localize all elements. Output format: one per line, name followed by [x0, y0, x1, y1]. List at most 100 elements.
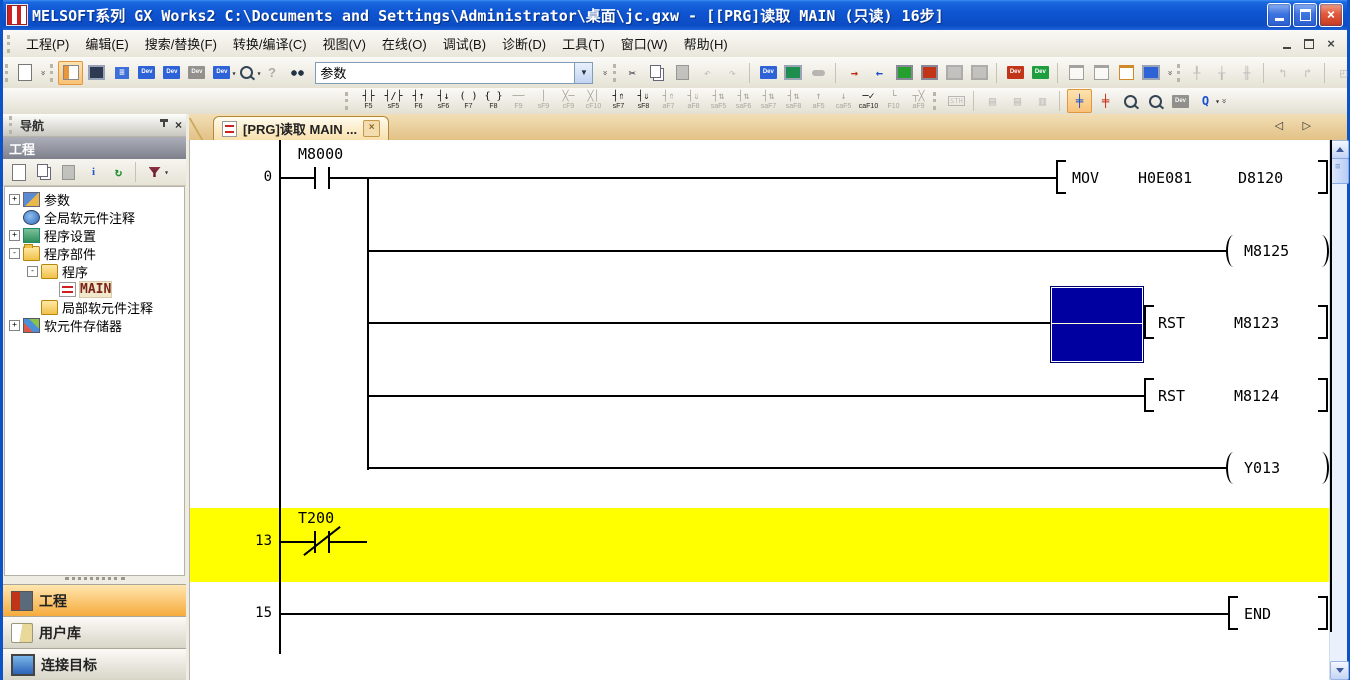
refresh-icon[interactable]: ↻: [107, 161, 130, 183]
pulse-open-branch-icon[interactable]: ┤⇑aF7: [656, 91, 681, 111]
vertical-line-icon[interactable]: │sF9: [531, 91, 556, 111]
tree-item[interactable]: 全局软元件注释: [5, 208, 184, 226]
help-icon[interactable]: ?: [260, 62, 283, 84]
monitor-resume-icon[interactable]: [968, 62, 991, 84]
panel-splitter-grip[interactable]: [3, 576, 186, 584]
close-button[interactable]: ×: [1319, 3, 1343, 27]
copy-icon[interactable]: [646, 62, 669, 84]
zoom-icon[interactable]: Q: [1194, 90, 1217, 112]
close-panel-icon[interactable]: ×: [175, 118, 182, 132]
statement-edit-icon[interactable]: ▤: [981, 90, 1004, 112]
application-instruction-icon[interactable]: { }F8: [481, 91, 506, 111]
tree-expand-icon[interactable]: +: [9, 230, 20, 241]
delete-hline-icon[interactable]: ╳─cF9: [556, 91, 581, 111]
open-contact-icon[interactable]: ┤├F5: [356, 91, 381, 111]
screen-color-icon[interactable]: [1140, 62, 1163, 84]
restore-button[interactable]: [1293, 3, 1317, 27]
undo-icon[interactable]: ↶: [696, 62, 719, 84]
pulse-ne-branch-icon[interactable]: ┤⇅saF7: [756, 91, 781, 111]
pulse-convert-icon[interactable]: ╫: [1235, 62, 1258, 84]
monitor-stop-icon[interactable]: [918, 62, 941, 84]
tree-expand-icon[interactable]: -: [27, 266, 38, 277]
tree-expand-icon[interactable]: +: [9, 194, 20, 205]
toolbar-overflow-icon[interactable]: »: [38, 70, 48, 75]
menu-edit[interactable]: 编辑(E): [77, 31, 136, 56]
cross-reference-icon[interactable]: [782, 62, 805, 84]
window-tile-icon[interactable]: [1090, 62, 1113, 84]
nav-button-connection[interactable]: 连接目标: [3, 648, 186, 680]
monitor-start-icon[interactable]: [893, 62, 916, 84]
minimize-button[interactable]: [1267, 3, 1291, 27]
tree-item[interactable]: MAIN: [5, 280, 184, 298]
tree-item[interactable]: + 软元件存储器: [5, 316, 184, 334]
ladder-display-mode-icon[interactable]: ╪: [1067, 89, 1092, 113]
toolbar-overflow-icon[interactable]: »: [600, 70, 610, 75]
mdi-restore-button[interactable]: [1301, 37, 1317, 51]
redo-icon[interactable]: ↷: [721, 62, 744, 84]
pulse-result-icon[interactable]: ─✓caF10: [856, 91, 881, 111]
pulse-close-branch-icon[interactable]: ┤⇓aF8: [681, 91, 706, 111]
pulse-open-contact-icon[interactable]: ┤⇑sF7: [606, 91, 631, 111]
device-reference-icon[interactable]: [807, 62, 830, 84]
delete-vline-icon[interactable]: ╳│cF10: [581, 91, 606, 111]
pulse-ne-close-icon[interactable]: ┤⇅saF6: [731, 91, 756, 111]
ladder-block-down-icon[interactable]: ╁: [1210, 62, 1233, 84]
menu-project[interactable]: 工程(P): [18, 31, 77, 56]
combobox-dropdown-icon[interactable]: ▼: [575, 62, 593, 84]
window-cascade-icon[interactable]: [1065, 62, 1088, 84]
paste-item-icon[interactable]: [57, 161, 80, 183]
track-left-icon[interactable]: ◰: [1332, 62, 1350, 84]
nav-button-user-library[interactable]: 用户库: [3, 616, 186, 648]
menu-debug[interactable]: 调试(B): [435, 31, 494, 56]
tab-prg-main[interactable]: [PRG]读取 MAIN ... ×: [213, 116, 389, 140]
pin-icon[interactable]: [157, 118, 171, 132]
line-draw-icon[interactable]: └F10: [881, 91, 906, 111]
pulse-ne-close-branch-icon[interactable]: ┤⇅saF8: [781, 91, 806, 111]
filter-icon[interactable]: [143, 161, 166, 183]
menu-online[interactable]: 在线(O): [374, 31, 435, 56]
close-branch-icon[interactable]: ┤↓sF6: [431, 91, 456, 111]
device-batch-monitor-icon[interactable]: Dev: [1029, 62, 1052, 84]
menu-tools[interactable]: 工具(T): [554, 31, 613, 56]
device-test-icon[interactable]: Dev: [1004, 62, 1027, 84]
monitor-mode-icon[interactable]: Dev: [1169, 90, 1192, 112]
tree-expand-icon[interactable]: +: [9, 320, 20, 331]
menu-find-replace[interactable]: 搜索/替换(F): [137, 31, 225, 56]
inline-st-icon[interactable]: STH: [945, 90, 968, 112]
tab-close-icon[interactable]: ×: [363, 120, 380, 137]
horizontal-line-icon[interactable]: ──F9: [506, 91, 531, 111]
cut-icon[interactable]: ✂: [621, 62, 644, 84]
ladder-editor-canvas[interactable]: 0 M8000 MOV H0E081 D8120 M8125 RST M8123…: [189, 140, 1337, 680]
mdi-close-button[interactable]: ×: [1323, 37, 1339, 51]
toolbar-overflow-icon[interactable]: »: [1165, 70, 1175, 75]
device-display-icon[interactable]: Dev: [210, 62, 233, 84]
nav-button-project[interactable]: 工程: [3, 584, 186, 616]
tree-item[interactable]: 局部软元件注释: [5, 298, 184, 316]
project-tree-icon[interactable]: [58, 61, 83, 85]
device-list-icon[interactable]: Dev: [160, 62, 183, 84]
menu-convert-compile[interactable]: 转换/编译(C): [225, 31, 315, 56]
tree-item[interactable]: - 程序部件: [5, 244, 184, 262]
jump-source-icon[interactable]: ↰: [1271, 62, 1294, 84]
device-comment-icon[interactable]: Dev: [135, 62, 158, 84]
find-combobox-input[interactable]: 参数: [315, 62, 575, 84]
monitor-pause-icon[interactable]: [943, 62, 966, 84]
tree-expand-icon[interactable]: -: [9, 248, 20, 259]
tree-item[interactable]: + 参数: [5, 190, 184, 208]
coil-icon[interactable]: ( )F7: [456, 91, 481, 111]
pulse-close-contact-icon[interactable]: ┤⇓sF8: [631, 91, 656, 111]
tree-item[interactable]: - 程序: [5, 262, 184, 280]
close-contact-icon[interactable]: ┤/├sF5: [381, 91, 406, 111]
menu-view[interactable]: 视图(V): [315, 31, 374, 56]
menu-help[interactable]: 帮助(H): [676, 31, 736, 56]
window-arrange-icon[interactable]: [1115, 62, 1138, 84]
line-erase-icon[interactable]: ┬╳aF9: [906, 91, 931, 111]
copy-item-icon[interactable]: [32, 161, 55, 183]
tab-scroll-arrows[interactable]: ◁ ▷: [1275, 119, 1319, 132]
program-list-icon[interactable]: ≡: [110, 62, 133, 84]
read-from-plc-icon[interactable]: ←: [868, 62, 891, 84]
menu-diagnostics[interactable]: 诊断(D): [494, 31, 554, 56]
open-branch-icon[interactable]: ┤↑F6: [406, 91, 431, 111]
mdi-minimize-button[interactable]: [1279, 37, 1295, 51]
scrollbar-thumb[interactable]: [1330, 158, 1349, 184]
